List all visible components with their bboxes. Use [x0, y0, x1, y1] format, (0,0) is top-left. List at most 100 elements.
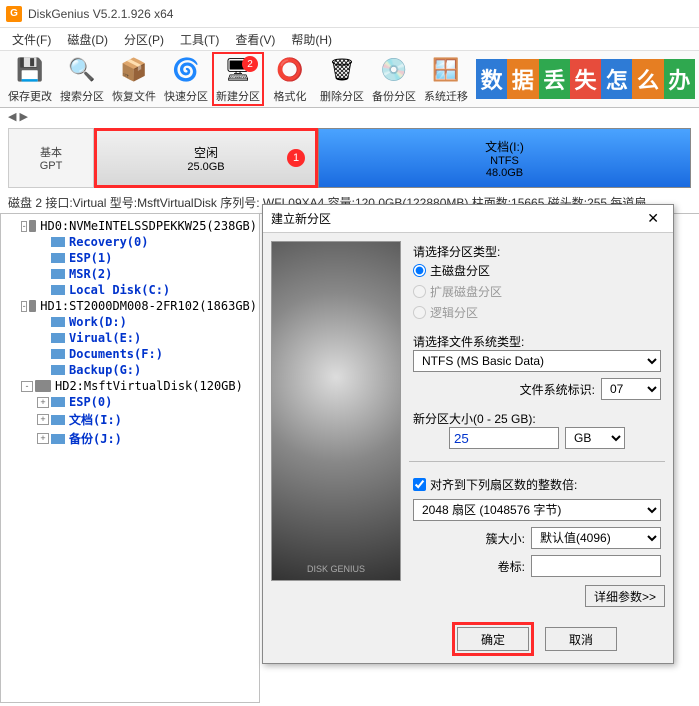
new-partition-dialog: 建立新分区 ✕ DISK GENIUS 请选择分区类型: 主磁盘分区 扩展磁盘分…	[262, 204, 674, 664]
expand-icon[interactable]: +	[37, 397, 49, 408]
tree-partition[interactable]: Virual(E:)	[3, 330, 257, 346]
tool-quick[interactable]: 🌀快速分区	[160, 52, 212, 106]
partition-icon	[51, 269, 65, 279]
partition-icon	[51, 285, 65, 295]
tool-search[interactable]: 🔍搜索分区	[56, 52, 108, 106]
tree-partition[interactable]: Recovery(0)	[3, 234, 257, 250]
disk-icon	[29, 220, 36, 232]
partition-icon	[51, 415, 65, 425]
disk-type-info: 基本 GPT	[8, 128, 94, 188]
tree-partition[interactable]: Backup(G:)	[3, 362, 257, 378]
tree-label: ESP(0)	[69, 395, 112, 409]
tool-delete[interactable]: 🗑删除分区	[316, 52, 368, 106]
segment-free[interactable]: 空闲 25.0GB 1	[94, 128, 318, 188]
quick-icon: 🌀	[170, 54, 202, 86]
segment-ntfs[interactable]: 文档(I:) NTFS 48.0GB	[318, 128, 691, 188]
migrate-icon: 🪟	[430, 54, 462, 86]
tree-partition[interactable]: + 文档(I:)	[3, 410, 257, 429]
dialog-titlebar[interactable]: 建立新分区 ✕	[263, 205, 673, 233]
dialog-form: 请选择分区类型: 主磁盘分区 扩展磁盘分区 逻辑分区 请选择文件系统类型: NT…	[409, 241, 665, 655]
tree-label: Local Disk(C:)	[69, 283, 170, 297]
tree-partition[interactable]: MSR(2)	[3, 266, 257, 282]
menubar: 文件(F) 磁盘(D) 分区(P) 工具(T) 查看(V) 帮助(H)	[0, 28, 699, 50]
radio-logical: 逻辑分区	[413, 302, 661, 323]
tree-label: 文档(I:)	[69, 411, 122, 428]
promo-banner[interactable]: 数 据 丢 失 怎 么 办	[476, 59, 695, 99]
save-icon: 💾	[14, 54, 46, 86]
tree-label: Recovery(0)	[69, 235, 148, 249]
disk-icon	[29, 300, 36, 312]
format-icon: ⭕	[274, 54, 306, 86]
tree-disk[interactable]: - HD2:MsftVirtualDisk(120GB)	[3, 378, 257, 394]
tree-partition[interactable]: Work(D:)	[3, 314, 257, 330]
nav-arrows[interactable]: ◀ ▶	[0, 108, 699, 124]
disk-tree[interactable]: -HD0:NVMeINTELSSDPEKKW25(238GB)Recovery(…	[0, 213, 260, 703]
titlebar: G DiskGenius V5.2.1.926 x64	[0, 0, 699, 28]
tree-disk[interactable]: -HD1:ST2000DM008-2FR102(1863GB)	[3, 298, 257, 314]
volume-label: 卷标:	[498, 558, 525, 575]
app-title: DiskGenius V5.2.1.926 x64	[28, 7, 173, 21]
tree-label: ESP(1)	[69, 251, 112, 265]
partition-icon	[51, 333, 65, 343]
ok-button[interactable]: 确定	[457, 627, 529, 651]
tree-label: MSR(2)	[69, 267, 112, 281]
tool-new-partition[interactable]: 🖥新建分区2	[212, 52, 264, 106]
partition-icon	[51, 397, 65, 407]
tree-partition[interactable]: ESP(1)	[3, 250, 257, 266]
tree-partition[interactable]: Local Disk(C:)	[3, 282, 257, 298]
badge-1: 1	[287, 149, 305, 167]
filesystem-select[interactable]: NTFS (MS Basic Data)	[413, 350, 661, 372]
partition-icon	[51, 349, 65, 359]
tool-format[interactable]: ⭕格式化	[264, 52, 316, 106]
align-select[interactable]: 2048 扇区 (1048576 字节)	[413, 499, 661, 521]
section-label: 请选择文件系统类型:	[413, 333, 661, 350]
segment-size: 48.0GB	[486, 167, 523, 179]
tree-label: Backup(G:)	[69, 363, 141, 377]
align-checkbox[interactable]: 对齐到下列扇区数的整数倍:	[413, 474, 661, 495]
tool-backup[interactable]: 💿备份分区	[368, 52, 420, 106]
tree-disk[interactable]: -HD0:NVMeINTELSSDPEKKW25(238GB)	[3, 218, 257, 234]
partition-icon	[51, 317, 65, 327]
expand-icon[interactable]: -	[21, 221, 27, 232]
menu-view[interactable]: 查看(V)	[227, 29, 283, 50]
backup-icon: 💿	[378, 54, 410, 86]
volume-input[interactable]	[531, 555, 661, 577]
tree-partition[interactable]: + ESP(0)	[3, 394, 257, 410]
tool-migrate[interactable]: 🪟系统迁移	[420, 52, 472, 106]
radio-primary[interactable]: 主磁盘分区	[413, 260, 661, 281]
menu-file[interactable]: 文件(F)	[4, 29, 59, 50]
segment-title: 文档(I:)	[485, 138, 524, 155]
tree-partition[interactable]: Documents(F:)	[3, 346, 257, 362]
tool-recover[interactable]: 📦恢复文件	[108, 52, 160, 106]
segment-fs: NTFS	[490, 155, 519, 167]
cluster-label: 簇大小:	[486, 530, 525, 547]
segment-title: 空闲	[194, 144, 218, 161]
tree-label: Work(D:)	[69, 315, 127, 329]
partition-icon	[51, 237, 65, 247]
partition-icon	[51, 434, 65, 444]
dialog-image: DISK GENIUS	[271, 241, 401, 581]
size-label: 新分区大小(0 - 25 GB):	[413, 410, 661, 427]
size-unit-select[interactable]: GB	[565, 427, 625, 449]
radio-extended: 扩展磁盘分区	[413, 281, 661, 302]
expand-icon[interactable]: -	[21, 301, 27, 312]
tool-save[interactable]: 💾保存更改	[4, 52, 56, 106]
tree-partition[interactable]: +备份(J:)	[3, 429, 257, 448]
menu-tools[interactable]: 工具(T)	[172, 29, 227, 50]
detail-button[interactable]: 详细参数>>	[585, 585, 665, 607]
cancel-button[interactable]: 取消	[545, 627, 617, 651]
size-input[interactable]	[449, 427, 559, 449]
cluster-select[interactable]: 默认值(4096)	[531, 527, 661, 549]
recover-icon: 📦	[118, 54, 150, 86]
expand-icon[interactable]: +	[37, 433, 49, 444]
partition-icon	[51, 253, 65, 263]
expand-icon[interactable]: -	[21, 381, 33, 392]
menu-help[interactable]: 帮助(H)	[283, 29, 340, 50]
tree-label: Virual(E:)	[69, 331, 141, 345]
tree-label: HD2:MsftVirtualDisk(120GB)	[55, 379, 243, 393]
menu-disk[interactable]: 磁盘(D)	[59, 29, 116, 50]
close-icon[interactable]: ✕	[641, 210, 665, 227]
fs-id-select[interactable]: 07	[601, 378, 661, 400]
menu-partition[interactable]: 分区(P)	[116, 29, 172, 50]
expand-icon[interactable]: +	[37, 414, 49, 425]
